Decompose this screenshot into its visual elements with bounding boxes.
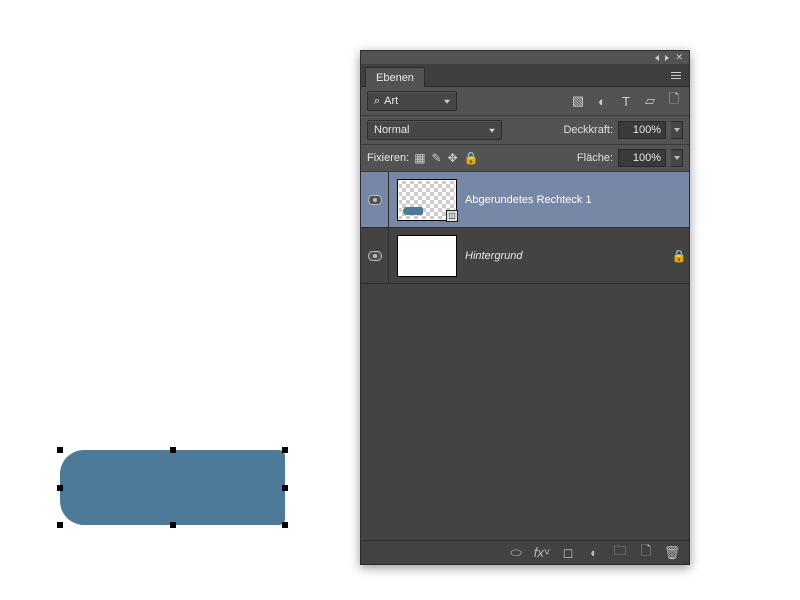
delete-layer-icon[interactable]: 🗑	[665, 546, 679, 560]
fill-input[interactable]: 100%	[618, 149, 666, 167]
layer-row[interactable]: Hintergrund 🔒	[361, 228, 689, 284]
search-icon: ⌕	[374, 95, 380, 108]
layer-group-icon[interactable]: 🗀	[613, 546, 627, 560]
layer-fx-icon[interactable]: fx˅	[535, 546, 549, 560]
blend-mode-select[interactable]: Normal	[367, 120, 502, 140]
tab-layers[interactable]: Ebenen	[365, 67, 425, 87]
anchor-tc[interactable]	[170, 447, 176, 453]
anchor-br[interactable]	[282, 522, 288, 528]
layer-name[interactable]: Hintergrund	[465, 250, 669, 262]
blend-mode-value: Normal	[374, 124, 409, 136]
panel-menu-icon[interactable]	[667, 66, 685, 84]
opacity-label: Deckkraft:	[563, 124, 613, 136]
visibility-toggle[interactable]	[361, 172, 389, 227]
new-layer-icon[interactable]: 🗋	[639, 546, 653, 560]
visibility-toggle[interactable]	[361, 228, 389, 283]
layer-row[interactable]: ◫ Abgerundetes Rechteck 1	[361, 172, 689, 228]
add-mask-icon[interactable]: ◻	[561, 546, 575, 560]
anchor-tl[interactable]	[57, 447, 63, 453]
add-adjustment-icon[interactable]: ◐	[587, 546, 601, 560]
collapse-right-icon[interactable]	[665, 55, 669, 61]
lock-image-icon[interactable]: ✎	[432, 151, 442, 165]
fill-label: Fläche:	[577, 152, 613, 164]
opacity-input[interactable]: 100%	[618, 121, 666, 139]
blend-row: Normal Deckkraft: 100%	[361, 116, 689, 145]
lock-row: Fixieren: ▦ ✎ ✥ 🔒 Fläche: 100%	[361, 145, 689, 172]
lock-all-icon[interactable]: 🔒	[464, 151, 479, 165]
shape-filter-icon[interactable]: ▱	[643, 94, 657, 108]
panel-tabs: Ebenen	[361, 65, 689, 87]
filter-row: ⌕ Art ▧ ◐ T ▱ 🗋	[361, 87, 689, 116]
collapse-left-icon[interactable]	[655, 55, 659, 61]
image-filter-icon[interactable]: ▧	[571, 94, 585, 108]
eye-icon	[368, 195, 382, 205]
thumbnail-shape	[403, 207, 423, 215]
lock-icon[interactable]: 🔒	[669, 249, 689, 263]
layer-name[interactable]: Abgerundetes Rechteck 1	[465, 194, 689, 206]
fill-dropdown[interactable]	[671, 149, 683, 167]
panel-titlebar: ✕	[361, 51, 689, 65]
rounded-rectangle-shape[interactable]	[60, 450, 285, 525]
layer-thumbnail[interactable]	[397, 235, 457, 277]
filter-type-select[interactable]: ⌕ Art	[367, 91, 457, 111]
panel-footer: ⬭ fx˅ ◻ ◐ 🗀 🗋 🗑	[361, 540, 689, 564]
eye-icon	[368, 251, 382, 261]
adjustment-filter-icon[interactable]: ◐	[595, 94, 609, 108]
shape-badge-icon: ◫	[446, 210, 458, 222]
anchor-bc[interactable]	[170, 522, 176, 528]
layers-panel: ✕ Ebenen ⌕ Art ▧ ◐ T ▱ 🗋 Normal	[360, 50, 690, 565]
type-filter-icon[interactable]: T	[619, 94, 633, 108]
smart-filter-icon[interactable]: 🗋	[667, 94, 681, 108]
fill-value: 100%	[633, 152, 661, 164]
filter-label: Art	[384, 95, 398, 107]
anchor-bl[interactable]	[57, 522, 63, 528]
close-icon[interactable]: ✕	[675, 52, 683, 63]
link-layers-icon[interactable]: ⬭	[509, 546, 523, 560]
layer-thumbnail[interactable]: ◫	[397, 179, 457, 221]
anchor-tr[interactable]	[282, 447, 288, 453]
opacity-value: 100%	[633, 124, 661, 136]
layers-list: ◫ Abgerundetes Rechteck 1 Hintergrund 🔒	[361, 172, 689, 540]
anchor-mr[interactable]	[282, 485, 288, 491]
anchor-ml[interactable]	[57, 485, 63, 491]
lock-transparent-icon[interactable]: ▦	[414, 151, 425, 165]
lock-label: Fixieren:	[367, 152, 409, 164]
lock-position-icon[interactable]: ✥	[448, 151, 458, 165]
opacity-dropdown[interactable]	[671, 121, 683, 139]
